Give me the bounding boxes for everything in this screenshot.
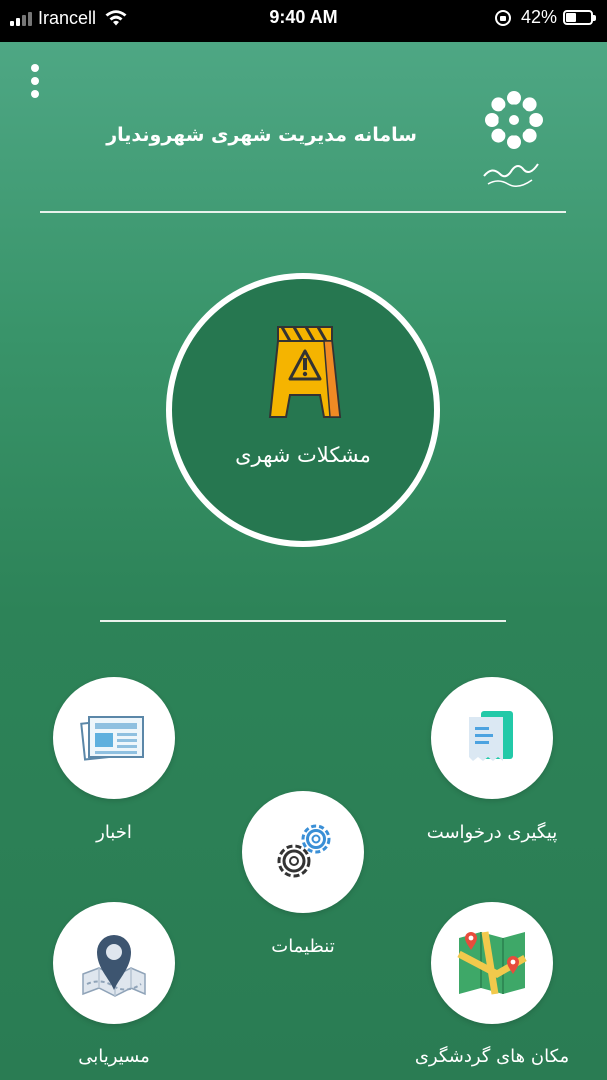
municipality-logo — [483, 91, 543, 188]
newspaper-icon — [80, 716, 144, 761]
news-button[interactable] — [53, 677, 175, 799]
map-pin-icon — [82, 935, 146, 997]
battery-icon — [563, 10, 596, 25]
settings-label: تنظیمات — [271, 936, 335, 957]
warning-sign-icon — [268, 326, 342, 418]
routing-button[interactable] — [53, 902, 175, 1024]
news-label: اخبار — [96, 822, 132, 843]
map-icon — [457, 931, 527, 995]
gears-icon — [277, 824, 331, 878]
tourist-places-button[interactable] — [431, 902, 553, 1024]
receipt-icon — [469, 711, 513, 761]
rotation-lock-icon — [494, 9, 511, 26]
divider-top — [40, 211, 566, 213]
status-bar: Irancell 9:40 AM 42% — [0, 0, 607, 42]
routing-label: مسیریابی — [78, 1046, 150, 1067]
urban-problems-label: مشکلات شهری — [235, 443, 371, 467]
settings-button[interactable] — [242, 791, 364, 913]
request-tracking-label: پیگیری درخواست — [426, 822, 558, 843]
request-tracking-button[interactable] — [431, 677, 553, 799]
battery-percent: 42% — [520, 7, 557, 27]
more-vert-icon[interactable] — [28, 64, 42, 98]
app-screen: سامانه مدیریت شهری شهروندیار مشکلات شهری — [0, 42, 607, 1080]
divider-bottom — [100, 620, 506, 622]
urban-problems-button[interactable]: مشکلات شهری — [166, 273, 440, 547]
tourist-places-label: مکان های گردشگری — [414, 1046, 570, 1067]
status-right: 42% — [494, 7, 596, 28]
app-title: سامانه مدیریت شهری شهروندیار — [106, 124, 417, 146]
